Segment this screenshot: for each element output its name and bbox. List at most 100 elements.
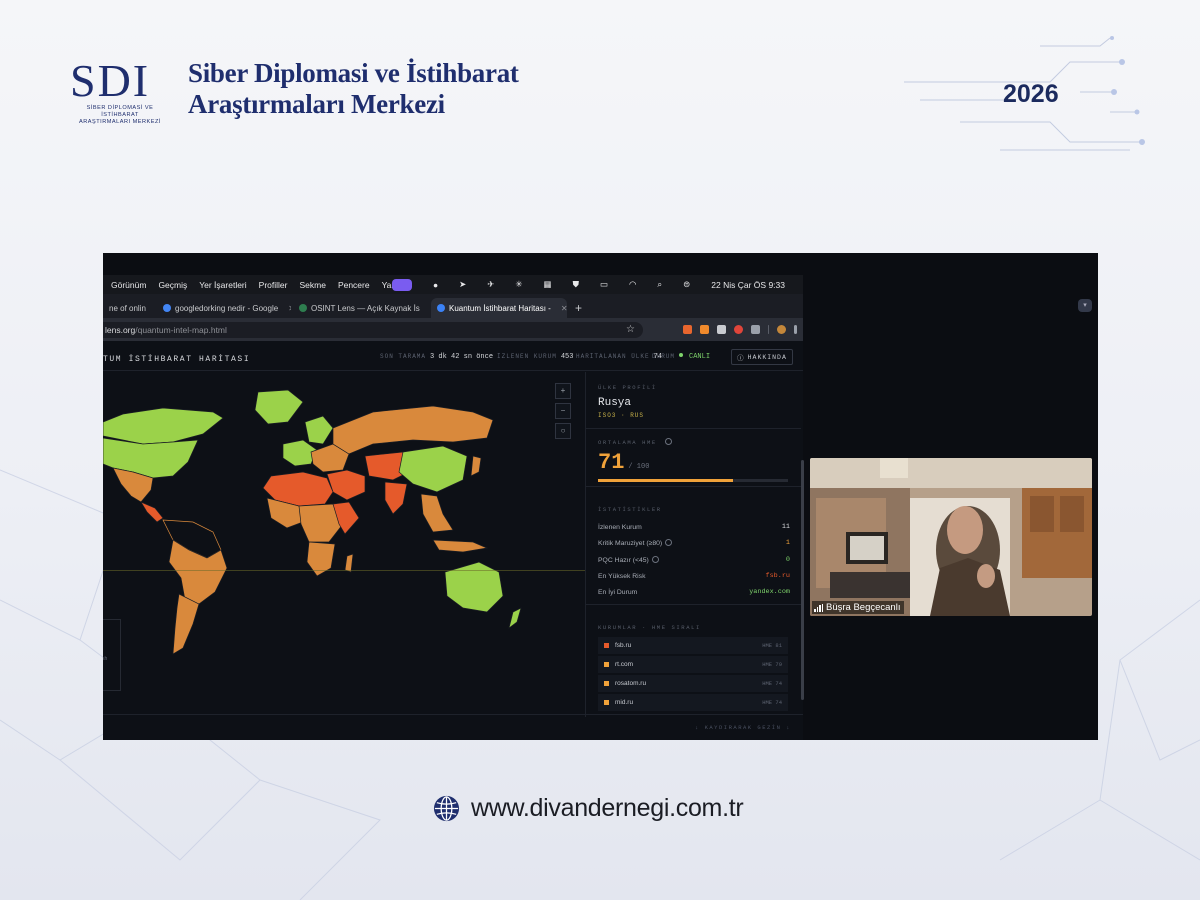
extension-arrow-icon[interactable] — [700, 325, 709, 334]
region-japan — [470, 455, 482, 477]
menu-item[interactable]: Yer İşaretleri — [199, 280, 246, 290]
info-icon[interactable] — [665, 539, 673, 547]
logo-sub-line2: ARAŞTIRMALARI MERKEZİ — [79, 119, 161, 125]
logo-sub-line1: SİBER DİPLOMASİ VE İSTİHBARAT — [86, 105, 154, 118]
section-label: KURUMLAR · HME SIRALI — [598, 624, 701, 631]
institution-row[interactable]: fsb.ru HME 81 — [598, 637, 788, 654]
logo-subtitle: SİBER DİPLOMASİ VE İSTİHBARAT ARAŞTIRMAL… — [74, 105, 166, 126]
extension-mail-icon[interactable] — [717, 325, 726, 334]
vpn-shield-icon[interactable]: ⛊ — [573, 279, 579, 290]
browser-tab[interactable]: googledorking nedir - Google ✕ — [157, 298, 291, 318]
institution-score: HME 74 — [762, 699, 782, 706]
tab-label: googledorking nedir - Google — [175, 303, 279, 313]
info-icon[interactable] — [651, 555, 659, 563]
close-tab-icon[interactable]: ✕ — [555, 304, 567, 313]
browser-tab-active[interactable]: Kuantum İstihbarat Haritası - ✕ — [431, 298, 567, 318]
risk-square-icon — [604, 681, 609, 686]
score-bar — [598, 479, 788, 482]
close-tab-icon[interactable]: ✕ — [282, 304, 291, 313]
wifi-icon[interactable]: ◠ — [629, 279, 636, 290]
menu-item[interactable]: Sekme — [299, 280, 325, 290]
stat-label: HARİTALANAN ÜLKE — [576, 353, 650, 360]
stat-row: PQC Hazır (<45) 0 — [598, 552, 790, 568]
live-dot-icon — [679, 353, 684, 357]
mapped-stat: HARİTALANAN ÜLKE 74 — [576, 353, 662, 361]
title-line2: Araştırmaları Merkezi — [188, 89, 445, 119]
search-icon[interactable]: ⌕ — [657, 279, 662, 290]
region-canada — [103, 407, 224, 445]
close-tab-icon[interactable]: ✕ — [424, 304, 429, 313]
new-tab-button[interactable]: + — [575, 301, 582, 315]
about-button[interactable]: ⓘ HAKKINDA — [731, 349, 793, 365]
menu-item[interactable]: Görünüm — [111, 280, 146, 290]
status-badge: CANLI — [689, 353, 711, 361]
last-scan-stat: SON TARAMA 3 dk 42 sn önce — [380, 353, 493, 361]
menu-item[interactable]: Pencere — [338, 280, 370, 290]
zoom-in-button[interactable]: + — [555, 383, 571, 399]
institution-row[interactable]: rosatom.ru HME 74 — [598, 675, 788, 692]
menu-item[interactable]: Geçmiş — [158, 280, 187, 290]
institution-row[interactable]: rt.com HME 79 — [598, 656, 788, 673]
profile-avatar-icon[interactable] — [777, 325, 786, 334]
risk-square-icon — [604, 643, 609, 648]
globe-icon — [433, 795, 460, 822]
institution-score: HME 79 — [762, 661, 782, 668]
participant-name-tag: Büşra Begçecanlı — [812, 601, 905, 614]
equator-line — [103, 570, 585, 571]
website-url[interactable]: www.divandernegi.com.tr — [471, 794, 744, 823]
brightness-icon[interactable]: ✳ — [515, 279, 522, 290]
tab-label: OSINT Lens — Açık Kaynak İs — [311, 303, 420, 313]
region-greenland — [254, 389, 304, 425]
osint-favicon-icon — [299, 304, 307, 312]
menu-item[interactable]: Profiller — [259, 280, 288, 290]
extensions-puzzle-icon[interactable] — [751, 325, 760, 334]
scroll-hint: ↓ KAYDIRARAK GEZİN ↓ — [694, 724, 791, 731]
battery-icon[interactable]: ▭ — [600, 279, 608, 290]
tab-search-icon[interactable]: ▾ — [1078, 299, 1092, 312]
control-center-icon[interactable]: ⊜ — [683, 279, 690, 290]
screen-share-indicator-icon[interactable] — [392, 278, 413, 291]
stat-row-value: fsb.ru — [765, 572, 790, 581]
zoom-reset-button[interactable]: ○ — [555, 423, 571, 439]
close-tab-icon[interactable]: ✕ — [150, 304, 155, 313]
stat-row-label: Kritik Maruziyet (≥80) — [598, 540, 663, 548]
browser-tab[interactable]: ne of onlin ✕ — [103, 298, 155, 318]
institutions-list: KURUMLAR · HME SIRALI fsb.ru HME 81 rt.com… — [598, 624, 788, 711]
zoom-out-button[interactable]: − — [555, 403, 571, 419]
region-argentina — [172, 593, 200, 655]
risk-square-icon — [604, 662, 609, 667]
url-field[interactable]: lens.org/quantum-intel-map.html ☆ — [103, 321, 643, 338]
stat-value: 3 dk 42 sn önce — [430, 353, 494, 361]
telegram-icon[interactable]: ✈ — [487, 279, 494, 290]
world-map[interactable] — [103, 372, 585, 714]
logo-letters: SDI — [70, 55, 151, 106]
region-russia — [332, 405, 494, 455]
extension-fox-icon[interactable] — [683, 325, 692, 334]
section-label: ÜLKE PROFİLİ — [598, 384, 657, 391]
browser-menu-icon[interactable] — [794, 325, 797, 334]
country-name: Rusya — [598, 397, 632, 409]
location-icon[interactable]: ➤ — [459, 279, 466, 290]
sdi-logo: SDI SİBER DİPLOMASİ VE İSTİHBARAT ARAŞTI… — [70, 55, 170, 125]
region-scandinavia — [304, 415, 334, 445]
url-host: lens.org — [105, 324, 136, 335]
stat-row: İzlenen Kurum 11 — [598, 519, 790, 535]
avg-label: ORTALAMA HME — [598, 439, 657, 446]
organization-title: Siber Diplomasi ve İstihbarat Araştırmal… — [188, 58, 519, 120]
title-line1: Siber Diplomasi ve İstihbarat — [188, 58, 519, 88]
bookmark-star-icon[interactable]: ☆ — [626, 324, 635, 335]
country-profile-panel: ÜLKE PROFİLİ Rusya ISO3 · RUS ORTALAMA H… — [585, 372, 801, 717]
calendar-icon[interactable]: ▦ — [544, 279, 552, 290]
extension-record-icon[interactable] — [734, 325, 743, 334]
stat-row-label: PQC Hazır (<45) — [598, 556, 649, 564]
institution-name: rt.com — [615, 661, 634, 668]
browser-tab-strip: ne of onlin ✕ googledorking nedir - Goog… — [103, 294, 803, 318]
record-icon[interactable]: ● — [433, 280, 438, 290]
browser-tab[interactable]: OSINT Lens — Açık Kaynak İs ✕ — [293, 298, 429, 318]
participant-video — [810, 458, 1092, 616]
panel-scrollbar[interactable] — [801, 460, 804, 700]
info-icon[interactable] — [664, 438, 672, 445]
website-footer: www.divandernegi.com.tr — [432, 794, 744, 823]
institution-row[interactable]: mid.ru HME 74 — [598, 694, 788, 711]
video-participant-tile[interactable]: Büşra Begçecanlı — [810, 458, 1092, 616]
